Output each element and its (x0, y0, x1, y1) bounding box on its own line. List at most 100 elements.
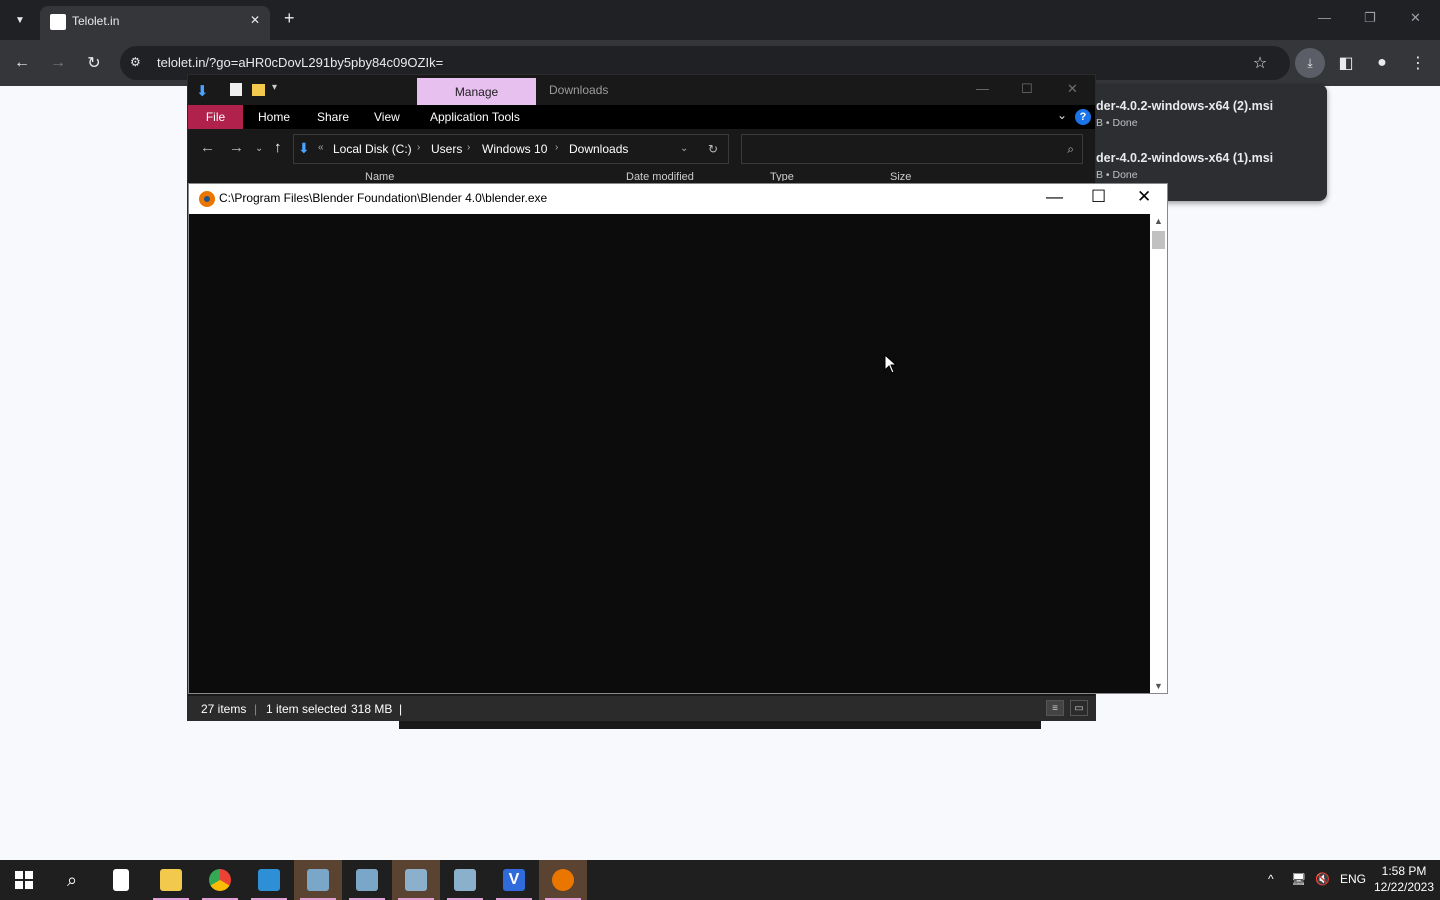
minimize-icon[interactable]: — (1318, 10, 1331, 25)
taskbar-blender[interactable] (539, 860, 587, 900)
tab-application-tools[interactable]: Application Tools (430, 110, 520, 124)
search-magnifier-icon: ⌕ (66, 869, 78, 890)
blender-console-window[interactable]: C:\Program Files\Blender Foundation\Blen… (188, 183, 1168, 694)
new-folder-icon[interactable] (252, 84, 265, 96)
console-title: C:\Program Files\Blender Foundation\Blen… (219, 191, 548, 205)
reload-icon[interactable]: ↻ (83, 52, 105, 74)
windows-taskbar: ⌕ V ^ 🖥 🔇 ENG 1:58 PM 12/22/2023 (0, 860, 1440, 900)
volume-muted-icon[interactable]: 🔇 (1315, 872, 1330, 886)
status-bar: 27 items | 1 item selected 318 MB | ≡ ▭ (188, 696, 1095, 720)
site-info-icon[interactable]: ⚙ (130, 55, 146, 71)
new-tab-icon[interactable]: + (284, 8, 295, 29)
selected-size: 318 MB (351, 702, 393, 716)
search-input[interactable]: ⌕ (741, 134, 1083, 164)
taskbar-installer[interactable] (441, 860, 489, 900)
forward-icon[interactable]: → (47, 52, 69, 74)
profile-icon[interactable]: ● (1371, 52, 1393, 74)
details-view-icon[interactable]: ≡ (1046, 700, 1064, 716)
column-size[interactable]: Size (890, 171, 911, 181)
browser-tab[interactable]: Telolet.in ✕ (40, 6, 270, 40)
help-icon[interactable]: ? (1075, 109, 1091, 125)
tab-view[interactable]: View (374, 110, 400, 124)
download-filename: der-4.0.2-windows-x64 (2).msi (1096, 99, 1274, 113)
visual-studio-icon (258, 869, 280, 891)
taskbar-visual-studio[interactable] (245, 860, 293, 900)
column-headers: Name Date modified Type Size (345, 169, 1085, 181)
language-indicator[interactable]: ENG (1340, 872, 1366, 886)
tab-file[interactable]: File (188, 105, 243, 129)
ribbon-expand-icon[interactable]: ⌄ (1057, 108, 1067, 122)
start-button[interactable] (0, 860, 48, 900)
downloads-folder-icon: ⬇ (196, 83, 209, 100)
scroll-up-icon[interactable]: ▲ (1154, 216, 1163, 226)
customize-qat-icon[interactable]: ▾ (272, 82, 288, 98)
properties-icon[interactable] (230, 83, 242, 96)
notepad-icon (113, 869, 129, 891)
tab-home[interactable]: Home (258, 110, 290, 124)
console-maximize-icon[interactable]: ☐ (1091, 187, 1106, 207)
nav-forward-icon[interactable]: → (229, 139, 244, 156)
breadcrumb-item[interactable]: Users (431, 142, 462, 156)
nav-back-icon[interactable]: ← (200, 139, 215, 156)
breadcrumb-separator[interactable]: › (417, 142, 420, 153)
address-breadcrumb[interactable]: ⬇ « Local Disk (C:) › Users › Windows 10… (293, 134, 729, 164)
downloads-icon[interactable]: ⤓ (1295, 48, 1325, 78)
manage-context-tab[interactable]: Manage (417, 78, 536, 105)
column-name[interactable]: Name (365, 171, 394, 181)
tab-title: Telolet.in (72, 14, 120, 28)
column-type[interactable]: Type (770, 171, 794, 181)
taskbar-installer[interactable] (294, 860, 342, 900)
console-titlebar[interactable]: C:\Program Files\Blender Foundation\Blen… (189, 184, 1167, 214)
taskbar-chrome[interactable] (196, 860, 244, 900)
column-date-modified[interactable]: Date modified (626, 171, 694, 181)
back-icon[interactable]: ← (11, 52, 33, 74)
scroll-down-icon[interactable]: ▼ (1154, 681, 1163, 691)
explorer-close-icon[interactable]: ✕ (1067, 81, 1078, 97)
installer-icon (307, 869, 329, 891)
tab-search-icon[interactable]: ▼ (10, 10, 30, 30)
breadcrumb-separator[interactable]: › (467, 142, 470, 153)
bookmark-star-icon[interactable]: ☆ (1249, 52, 1271, 74)
installer-icon (356, 869, 378, 891)
network-icon[interactable]: 🖥 (1291, 872, 1306, 886)
up-icon[interactable]: ↑ (274, 139, 282, 156)
explorer-maximize-icon[interactable]: ☐ (1021, 81, 1033, 97)
breadcrumb-item[interactable]: Local Disk (C:) (333, 142, 412, 156)
taskbar-v-app[interactable]: V (490, 860, 538, 900)
installer-icon (454, 869, 476, 891)
taskbar-search-button[interactable]: ⌕ (48, 860, 96, 900)
download-filename: der-4.0.2-windows-x64 (1).msi (1096, 151, 1274, 165)
side-panel-icon[interactable]: ◧ (1335, 52, 1357, 74)
console-minimize-icon[interactable]: — (1046, 187, 1063, 207)
installer-icon (405, 869, 427, 891)
clock[interactable]: 1:58 PM 12/22/2023 (1372, 863, 1436, 895)
explorer-title: Downloads (549, 83, 609, 97)
large-icons-view-icon[interactable]: ▭ (1070, 700, 1088, 716)
menu-icon[interactable]: ⋮ (1407, 52, 1429, 74)
breadcrumb-item[interactable]: Downloads (569, 142, 628, 156)
selected-count: 1 item selected (266, 702, 347, 716)
download-status: B • Done (1096, 169, 1138, 181)
address-dropdown-icon[interactable]: ⌄ (680, 143, 688, 154)
scroll-thumb[interactable] (1152, 231, 1165, 249)
breadcrumb-item[interactable]: Windows 10 (482, 142, 547, 156)
tab-share[interactable]: Share (317, 110, 349, 124)
console-scrollbar[interactable]: ▲ ▼ (1150, 214, 1167, 693)
download-item[interactable]: der-4.0.2-windows-x64 (2).msi B • Done (1096, 99, 1316, 129)
taskbar-notepad[interactable] (97, 860, 145, 900)
taskbar-installer[interactable] (392, 860, 440, 900)
taskbar-installer[interactable] (343, 860, 391, 900)
close-icon[interactable]: ✕ (1410, 10, 1421, 26)
console-output-area[interactable] (189, 214, 1150, 693)
explorer-minimize-icon[interactable]: — (976, 81, 989, 96)
refresh-icon[interactable]: ↻ (708, 142, 718, 156)
download-item[interactable]: der-4.0.2-windows-x64 (1).msi B • Done (1096, 151, 1316, 181)
tray-overflow-icon[interactable]: ^ (1268, 872, 1274, 886)
console-close-icon[interactable]: ✕ (1137, 187, 1151, 207)
restore-icon[interactable]: ❐ (1364, 10, 1376, 26)
recent-locations-icon[interactable]: ⌄ (255, 143, 263, 154)
tab-close-icon[interactable]: ✕ (250, 13, 260, 27)
breadcrumb-separator[interactable]: › (555, 142, 558, 153)
taskbar-file-explorer[interactable] (147, 860, 195, 900)
v-app-icon: V (503, 869, 525, 891)
